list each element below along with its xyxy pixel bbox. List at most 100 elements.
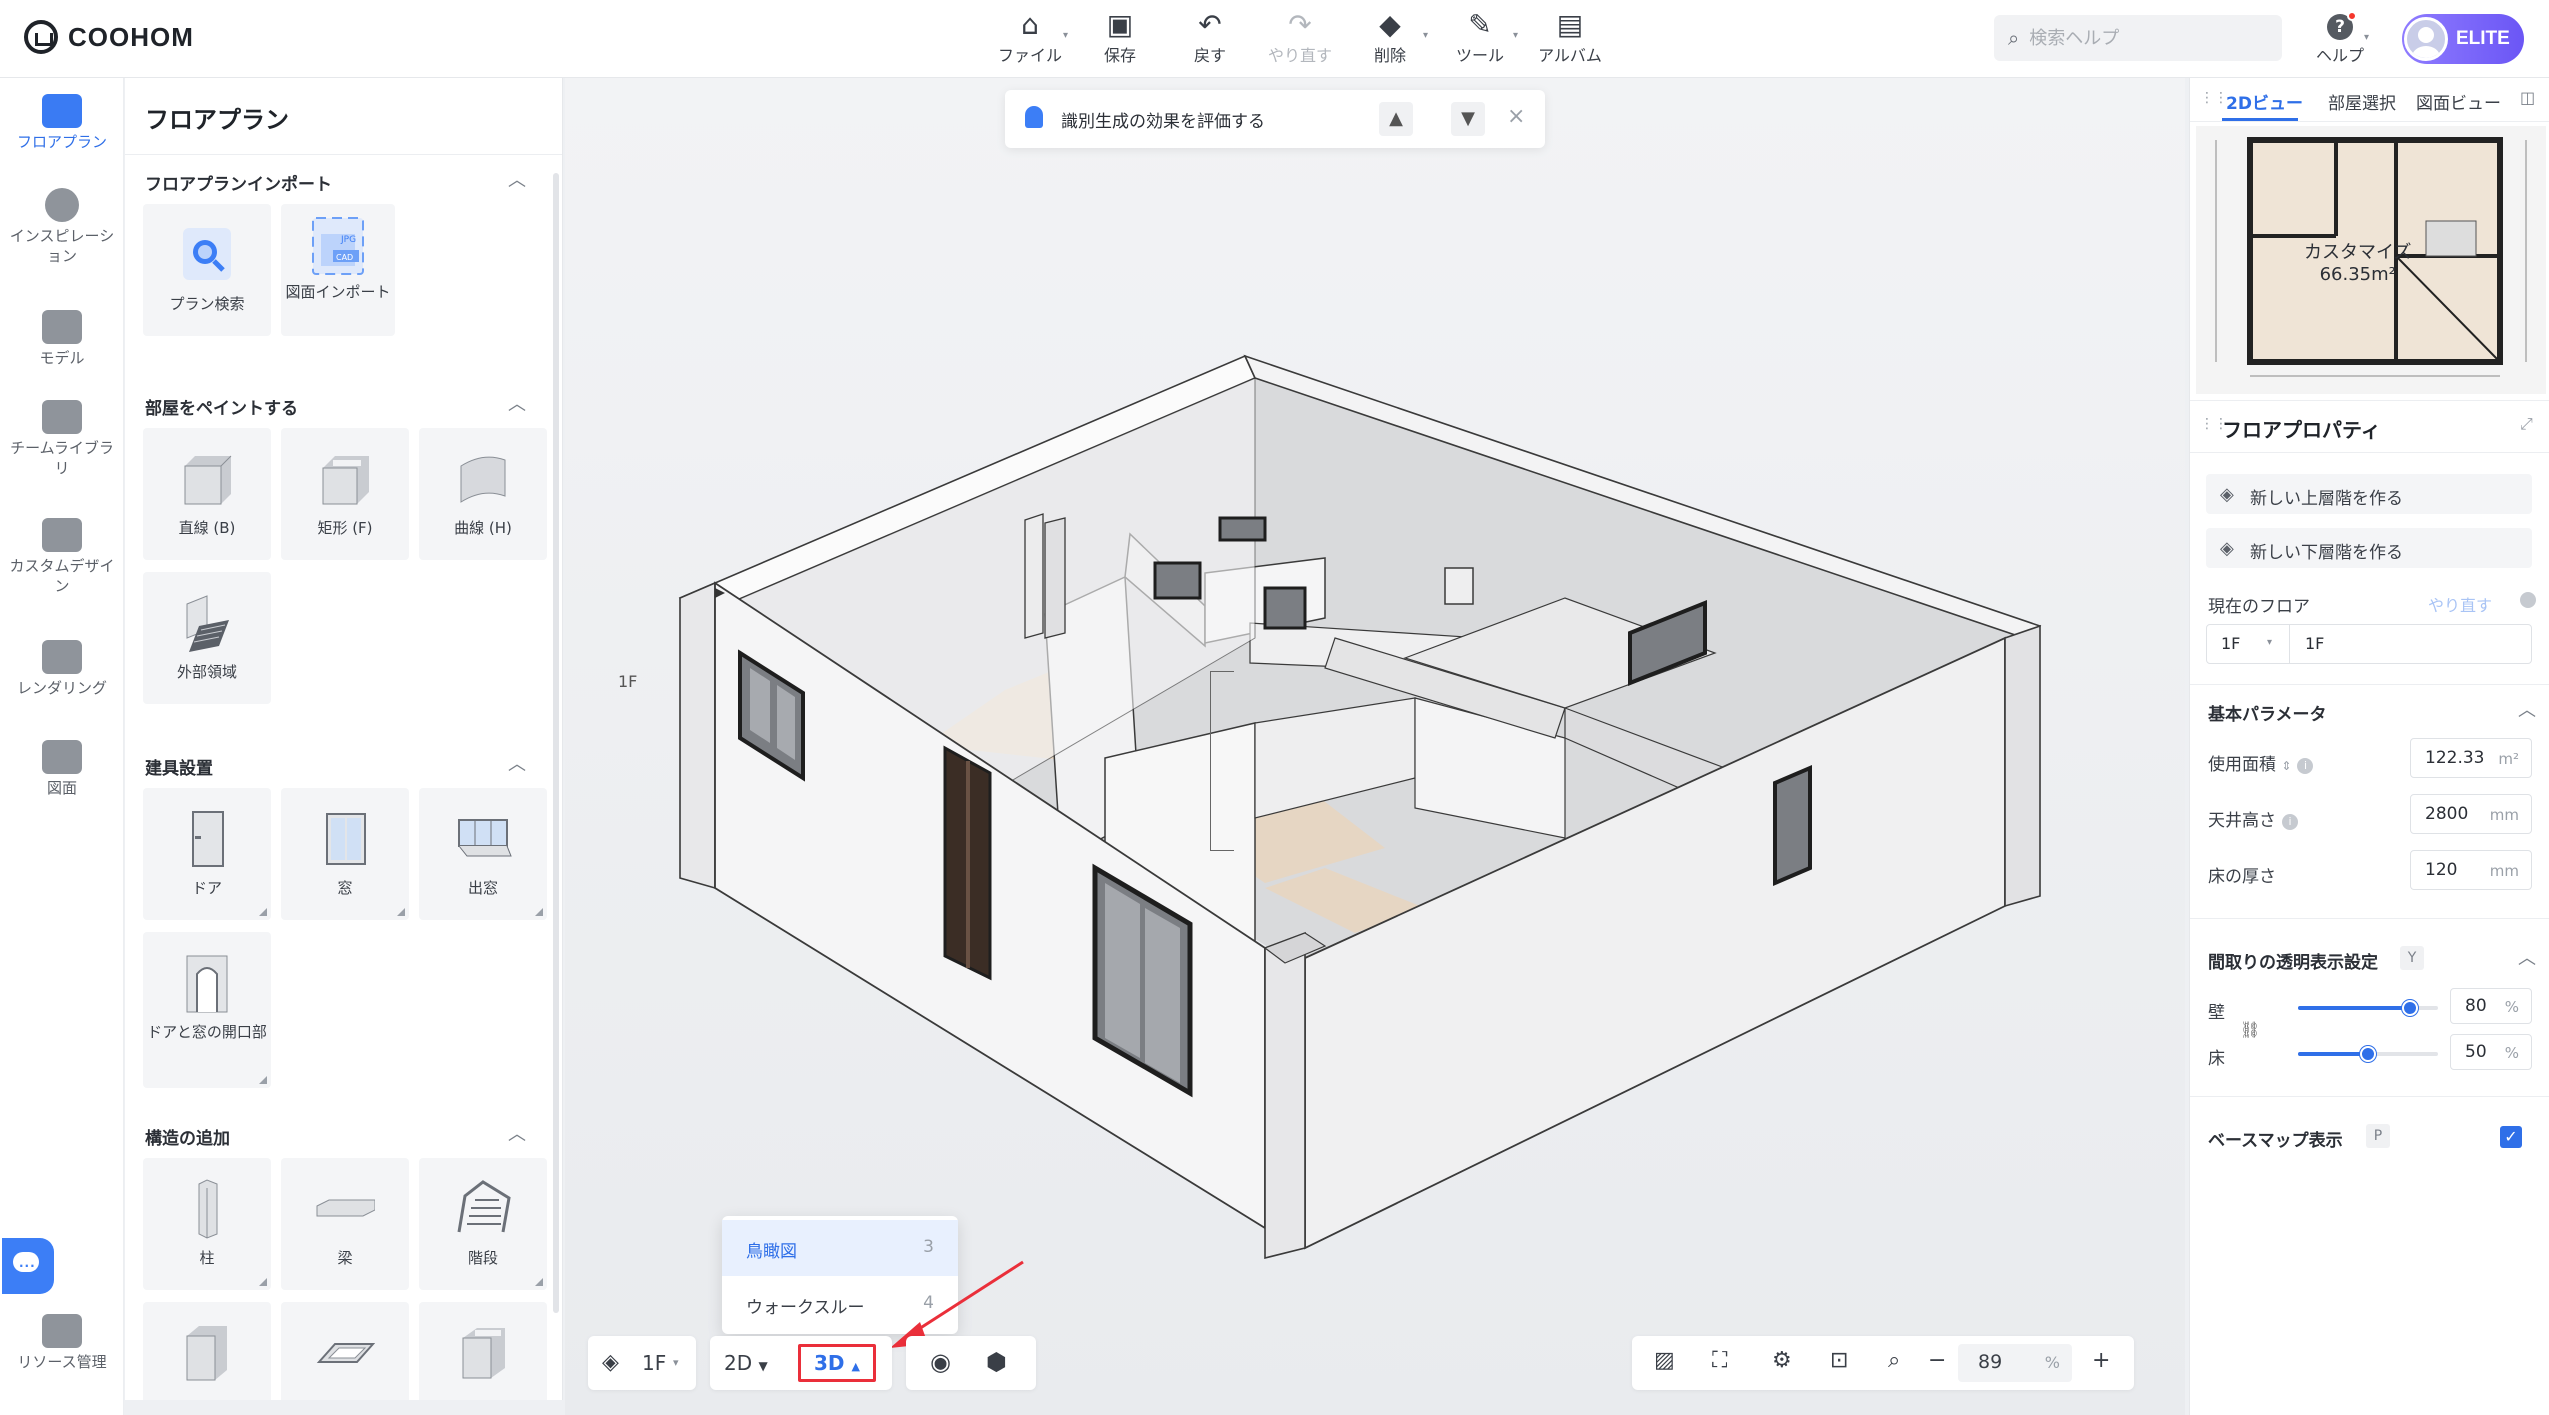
close-icon[interactable]: ×	[1507, 104, 1525, 129]
view-3d-button[interactable]: 3D ▲	[798, 1344, 876, 1382]
tab-2d-view[interactable]: 2Dビュー	[2226, 89, 2303, 114]
tile-door[interactable]: ドア	[143, 788, 271, 920]
link-icon[interactable]: ⛓	[2240, 1020, 2260, 1039]
thumbs-down-button[interactable]: ▼	[1451, 102, 1485, 136]
expand-icon[interactable]: ⤢	[2520, 414, 2533, 434]
tile-window[interactable]: 窓	[281, 788, 409, 920]
redo-button[interactable]: ↷ やり直す	[1260, 8, 1340, 70]
minimap-room-label: カスタマイズ 66.35m²	[2304, 242, 2411, 286]
3d-floorplan-model[interactable]	[565, 78, 2185, 1415]
rail-label: レンダリング	[16, 679, 107, 697]
tile-structure-5[interactable]	[281, 1302, 409, 1400]
search-input[interactable]	[2029, 27, 2250, 49]
plan-search-icon	[183, 228, 231, 280]
tile-curve[interactable]: 曲線 (H)	[419, 428, 547, 560]
settings-view-icon[interactable]: ⚙	[1772, 1348, 1792, 1373]
chat-button[interactable]: ···	[2, 1238, 54, 1294]
view-2d-button[interactable]: 2D ▼	[724, 1351, 768, 1375]
album-button[interactable]: ▤ アルバム	[1530, 8, 1610, 70]
cube-icon[interactable]: ⬢	[986, 1348, 1007, 1376]
basemap-checkbox[interactable]: ✓	[2500, 1126, 2522, 1148]
image-icon[interactable]: ▨	[1654, 1348, 1675, 1373]
rail-item-inspiration[interactable]: インスピレーション	[0, 188, 124, 266]
zoom-out-button[interactable]: −	[1928, 1348, 1946, 1373]
sort-icon[interactable]: ⇕	[2281, 759, 2291, 773]
chevron-up-icon[interactable]: ︿	[2518, 696, 2536, 722]
tile-column[interactable]: 柱	[143, 1158, 271, 1290]
rail-item-drawing[interactable]: 図面	[0, 740, 124, 798]
focus-icon[interactable]: ⊡	[1830, 1348, 1848, 1373]
wrench-icon: ✎	[1468, 8, 1492, 41]
floor-opening-icon	[316, 1343, 375, 1363]
usage-area-input[interactable]: 122.33 m²	[2410, 738, 2532, 778]
undo-button[interactable]: ↶ 戻す	[1170, 8, 1250, 70]
delete-button[interactable]: ◆ 削除 ▾	[1350, 8, 1430, 70]
chevron-up-icon[interactable]: ︿	[508, 166, 526, 192]
slider-knob[interactable]	[2402, 1000, 2418, 1016]
help-button[interactable]: ? ヘルプ	[2310, 10, 2370, 70]
collapse-icon[interactable]: ◫	[2520, 88, 2535, 107]
tile-structure-4[interactable]	[143, 1302, 271, 1400]
svg-text:JPG: JPG	[340, 235, 356, 245]
wall-opacity-input[interactable]: 80 %	[2450, 988, 2532, 1024]
file-button[interactable]: ⌂ ファイル ▾	[990, 8, 1070, 70]
zoom-input[interactable]: 89 %	[1958, 1344, 2072, 1382]
rail-item-custom-design[interactable]: カスタムデザイン	[0, 518, 124, 596]
slider-knob[interactable]	[2360, 1046, 2376, 1062]
tile-door-window-opening[interactable]: ドアと窓の開口部	[143, 932, 271, 1088]
rail-item-model[interactable]: モデル	[0, 310, 124, 368]
rail-item-floorplan[interactable]: フロアプラン	[0, 94, 124, 152]
tile-stairs[interactable]: 階段	[419, 1158, 547, 1290]
chevron-up-icon[interactable]: ︿	[2518, 944, 2536, 970]
tile-rectangle[interactable]: 矩形 (F)	[281, 428, 409, 560]
rail-item-team-library[interactable]: チームライブラリ	[0, 400, 124, 478]
chevron-up-icon[interactable]: ︿	[508, 390, 526, 416]
floor-redo-link[interactable]: やり直す	[2428, 592, 2492, 616]
save-button[interactable]: ▣ 保存	[1080, 8, 1160, 70]
floor-name-input[interactable]: 1F	[2305, 634, 2324, 653]
tile-line[interactable]: 直線 (B)	[143, 428, 271, 560]
floor-select[interactable]: 1F	[2221, 634, 2240, 653]
tile-bay-window[interactable]: 出窓	[419, 788, 547, 920]
tools-button[interactable]: ✎ ツール ▾	[1440, 8, 1520, 70]
create-upper-floor-button[interactable]: ◈ 新しい上層階を作る	[2206, 474, 2532, 514]
fit-view-icon[interactable]: ⛶	[1712, 1348, 1727, 1373]
rail-item-rendering[interactable]: レンダリング	[0, 640, 124, 698]
panel-scrollbar[interactable]	[553, 173, 559, 1313]
wall-opacity-slider[interactable]	[2298, 1000, 2438, 1016]
zoom-in-button[interactable]: +	[2092, 1348, 2110, 1373]
tile-drawing-import[interactable]: JPG CAD 図面インポート	[281, 204, 395, 336]
ceiling-height-input[interactable]: 2800 mm	[2410, 794, 2532, 834]
floor-selector[interactable]: ◈ 1F ▾	[588, 1336, 696, 1390]
floor-thickness-input[interactable]: 120 mm	[2410, 850, 2532, 890]
eye-icon[interactable]: ◉	[930, 1348, 951, 1376]
tile-label: 直線 (B)	[178, 519, 236, 537]
chevron-down-icon[interactable]: ▾	[2267, 637, 2272, 648]
file-label: ファイル	[997, 46, 1062, 65]
brand-logo[interactable]: COOHOM	[24, 20, 194, 54]
percent-unit: %	[2504, 998, 2519, 1016]
chevron-down-icon[interactable]: ▾	[2364, 32, 2369, 43]
viewport-canvas[interactable]	[565, 78, 2185, 1415]
layer-add-icon: ◈	[2220, 484, 2234, 505]
chat-icon: ···	[19, 1259, 36, 1273]
chevron-up-icon[interactable]: ︿	[508, 750, 526, 776]
minimap[interactable]: カスタマイズ 66.35m²	[2196, 126, 2546, 394]
tile-external-area[interactable]: 外部領域	[143, 572, 271, 704]
tile-plan-search[interactable]: プラン検索	[143, 204, 271, 336]
chevron-up-icon[interactable]: ︿	[508, 1120, 526, 1146]
tile-structure-6[interactable]	[419, 1302, 547, 1400]
rail-item-resource-management[interactable]: リソース管理	[0, 1314, 124, 1372]
floor-opacity-slider[interactable]	[2298, 1046, 2438, 1062]
create-lower-floor-button[interactable]: ◈ 新しい下層階を作る	[2206, 528, 2532, 568]
zoom-fit-icon[interactable]: ⌕	[1888, 1348, 1900, 1373]
account-menu[interactable]: ELITE	[2402, 14, 2524, 64]
current-floor-field: 1F ▾ 1F	[2206, 624, 2532, 664]
tile-beam[interactable]: 梁	[281, 1158, 409, 1290]
thumbs-up-button[interactable]: ▲	[1379, 102, 1413, 136]
floor-opacity-input[interactable]: 50 %	[2450, 1034, 2532, 1070]
tab-drawing-view[interactable]: 図面ビュー	[2416, 89, 2501, 114]
tab-room-select[interactable]: 部屋選択	[2328, 89, 2396, 114]
drag-handle-icon[interactable]: ⋮⋮	[2200, 90, 2228, 106]
rail-label: リソース管理	[17, 1353, 107, 1371]
